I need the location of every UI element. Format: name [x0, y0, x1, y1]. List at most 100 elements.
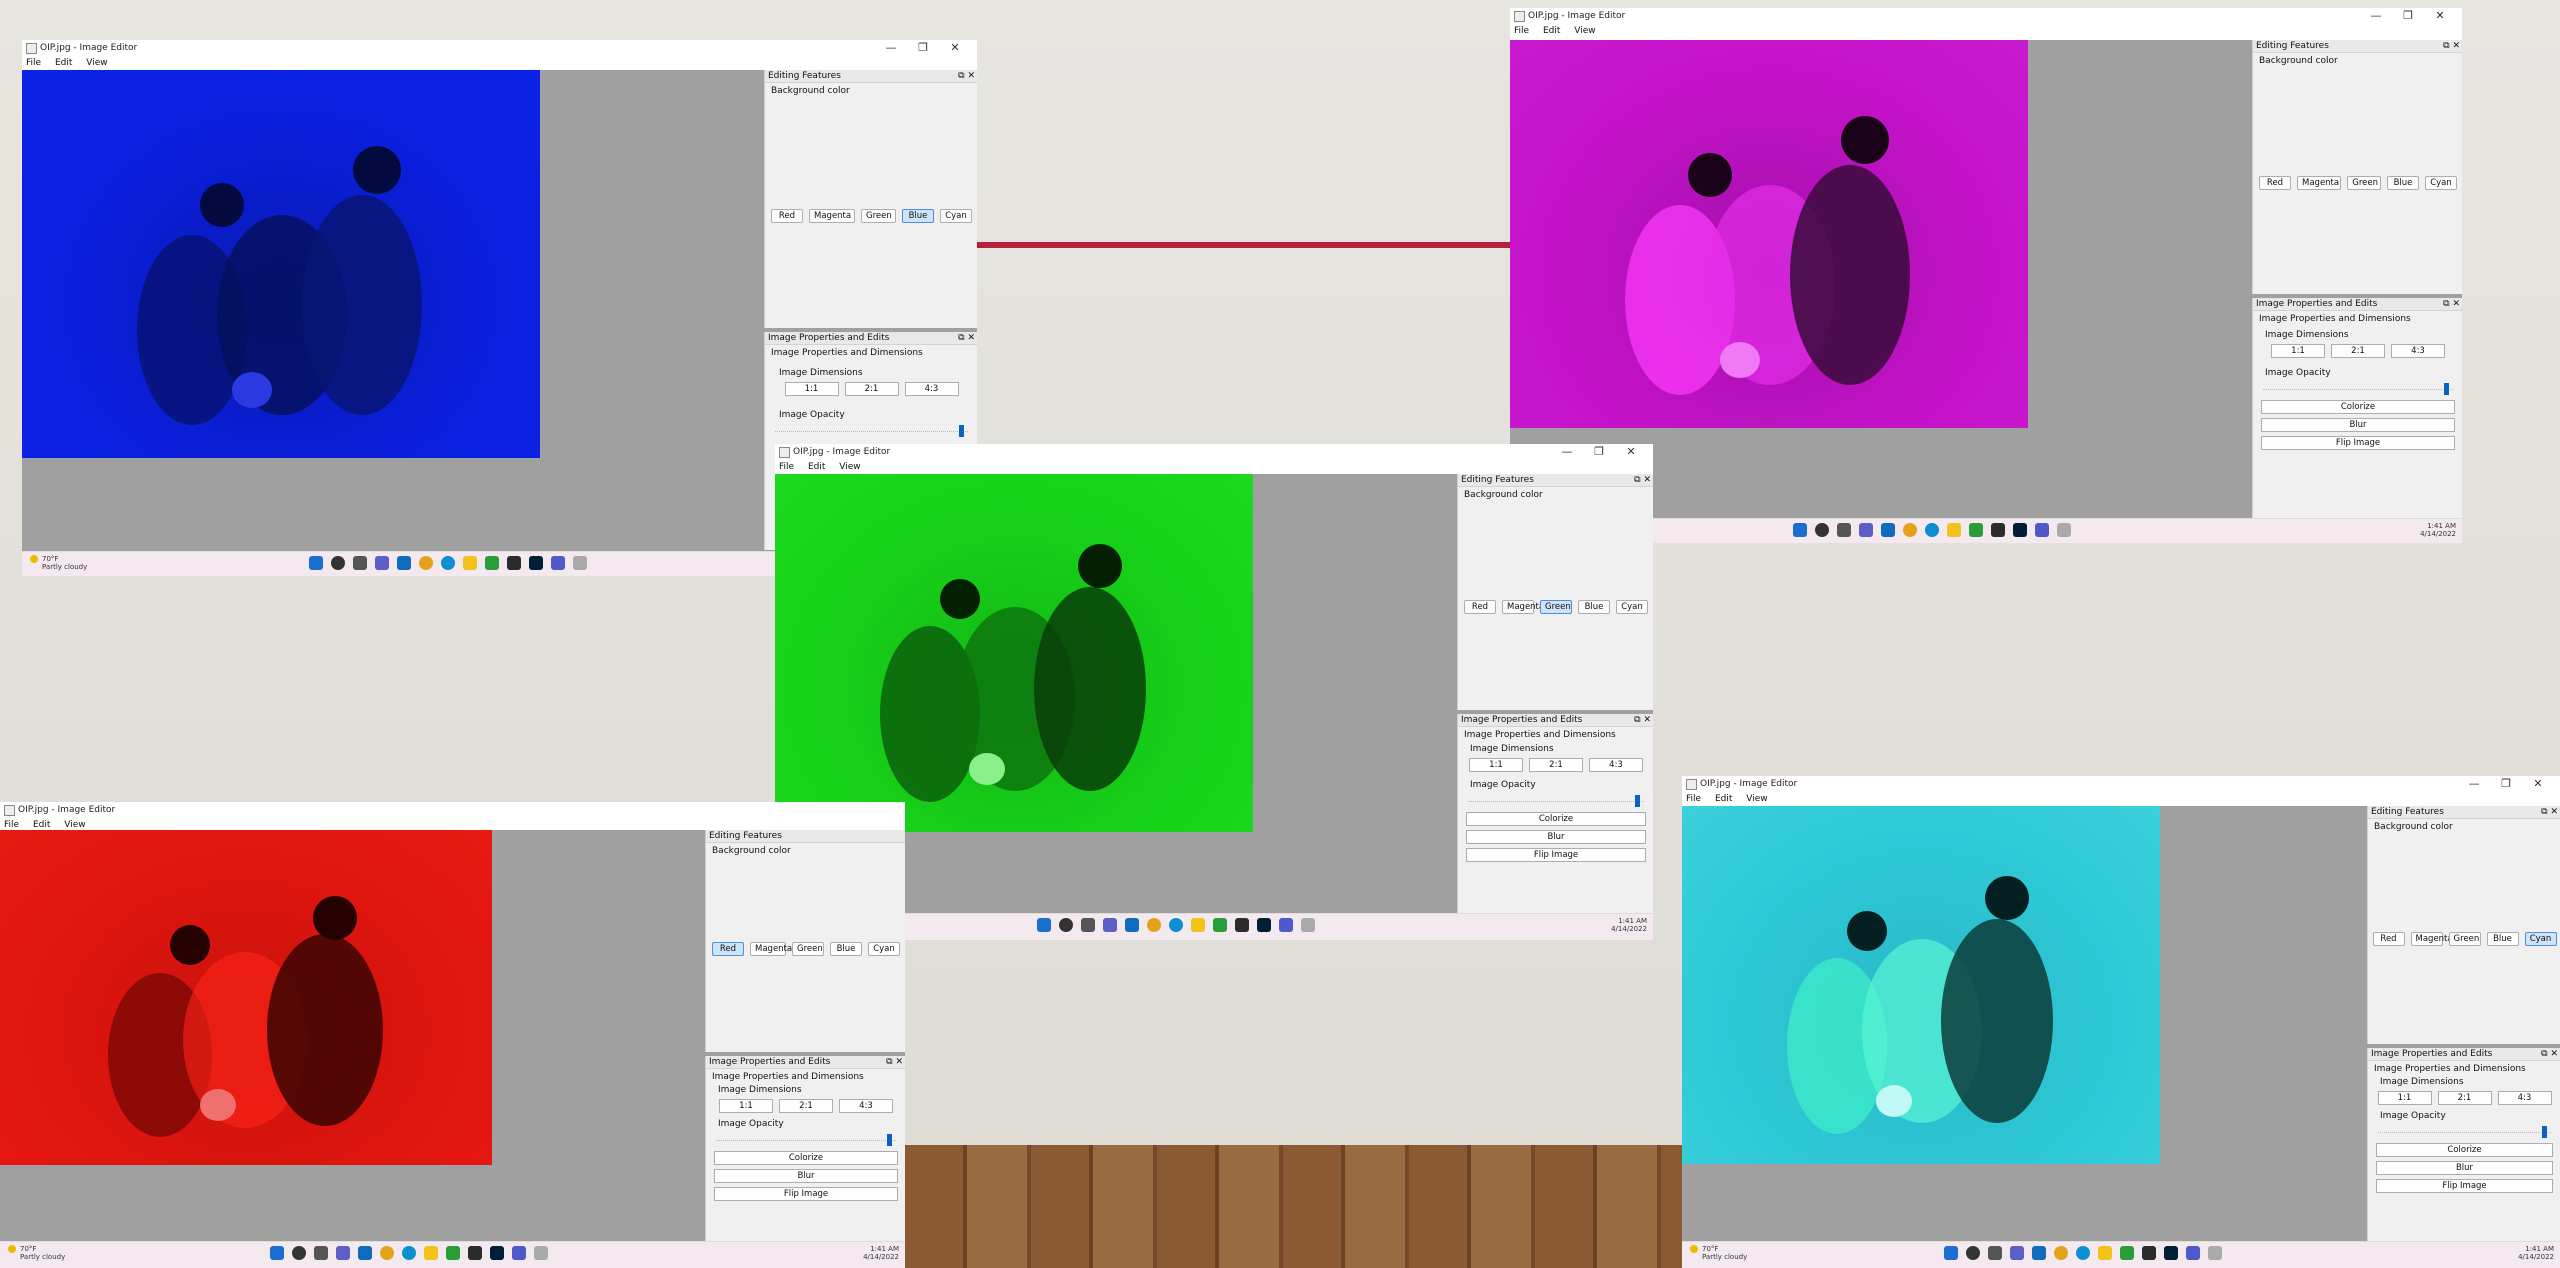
- explorer-icon[interactable]: [2098, 1246, 2112, 1260]
- cyan-button[interactable]: Cyan: [1616, 600, 1648, 614]
- explorer-icon[interactable]: [463, 556, 477, 570]
- explorer-icon[interactable]: [424, 1246, 438, 1260]
- green-button[interactable]: Green: [1540, 600, 1572, 614]
- panel-controls[interactable]: ⧉ ✕: [2541, 806, 2558, 818]
- edge-icon[interactable]: [1169, 918, 1183, 932]
- ratio-4-3-button[interactable]: 4:3: [839, 1099, 893, 1113]
- cyan-button[interactable]: Cyan: [2425, 176, 2457, 190]
- flip-image-button[interactable]: Flip Image: [1466, 848, 1646, 862]
- explorer-icon[interactable]: [1947, 523, 1961, 537]
- blue-button[interactable]: Blue: [2387, 176, 2419, 190]
- ratio-4-3-button[interactable]: 4:3: [2391, 344, 2445, 358]
- panel-controls[interactable]: ⧉ ✕: [2443, 298, 2460, 310]
- red-button[interactable]: Red: [1464, 600, 1496, 614]
- ratio-1-1-button[interactable]: 1:1: [719, 1099, 773, 1113]
- cyan-button[interactable]: Cyan: [868, 942, 900, 956]
- search-icon[interactable]: [1966, 1246, 1980, 1260]
- app-icon-dark[interactable]: [507, 556, 521, 570]
- ratio-1-1-button[interactable]: 1:1: [784, 382, 839, 396]
- panel-controls[interactable]: ⧉ ✕: [2541, 1048, 2558, 1060]
- blue-button[interactable]: Blue: [830, 942, 862, 956]
- red-button[interactable]: Red: [2259, 176, 2291, 190]
- menu-edit[interactable]: Edit: [808, 462, 825, 472]
- weather-widget[interactable]: 70°FPartly cloudy: [1690, 1245, 1747, 1261]
- panel-controls[interactable]: ⧉ ✕: [958, 332, 975, 344]
- green-button[interactable]: Green: [2347, 176, 2381, 190]
- explorer-icon[interactable]: [1191, 918, 1205, 932]
- search-icon[interactable]: [1059, 918, 1073, 932]
- menu-edit[interactable]: Edit: [1715, 794, 1732, 804]
- app-icon-dark[interactable]: [1235, 918, 1249, 932]
- slider-thumb[interactable]: [2444, 383, 2449, 395]
- edge-icon[interactable]: [402, 1246, 416, 1260]
- blue-button[interactable]: Blue: [902, 209, 934, 223]
- chrome-icon[interactable]: [1903, 523, 1917, 537]
- start-icon[interactable]: [270, 1246, 284, 1260]
- app-icon-green[interactable]: [1969, 523, 1983, 537]
- chat-icon[interactable]: [1103, 918, 1117, 932]
- menu-file[interactable]: File: [1514, 26, 1529, 36]
- cyan-button[interactable]: Cyan: [940, 209, 972, 223]
- close-button[interactable]: ✕: [2424, 8, 2456, 24]
- minimize-button[interactable]: —: [2360, 8, 2392, 24]
- opacity-slider[interactable]: [775, 424, 968, 438]
- chrome-icon[interactable]: [2054, 1246, 2068, 1260]
- outlook-icon[interactable]: [1881, 523, 1895, 537]
- teams-icon[interactable]: [1279, 918, 1293, 932]
- start-icon[interactable]: [1793, 523, 1807, 537]
- minimize-button[interactable]: —: [1551, 444, 1583, 460]
- blur-button[interactable]: Blur: [714, 1169, 898, 1183]
- app-icon-green[interactable]: [2120, 1246, 2134, 1260]
- menu-file[interactable]: File: [4, 820, 19, 830]
- outlook-icon[interactable]: [1125, 918, 1139, 932]
- editor-taskbar-icon[interactable]: [1301, 918, 1315, 932]
- ratio-2-1-button[interactable]: 2:1: [844, 382, 899, 396]
- close-button[interactable]: ✕: [2522, 776, 2554, 792]
- teams-icon[interactable]: [2035, 523, 2049, 537]
- menu-file[interactable]: File: [26, 58, 41, 68]
- colorize-button[interactable]: Colorize: [2261, 400, 2455, 414]
- slider-thumb[interactable]: [1635, 795, 1640, 807]
- red-button[interactable]: Red: [712, 942, 744, 956]
- app-icon-dark[interactable]: [1991, 523, 2005, 537]
- blue-button[interactable]: Blue: [1578, 600, 1610, 614]
- app-icon-green[interactable]: [1213, 918, 1227, 932]
- close-button[interactable]: ✕: [1615, 444, 1647, 460]
- green-button[interactable]: Green: [2448, 932, 2481, 946]
- search-icon[interactable]: [331, 556, 345, 570]
- photoshop-icon[interactable]: [490, 1246, 504, 1260]
- teams-icon[interactable]: [2186, 1246, 2200, 1260]
- taskview-icon[interactable]: [1837, 523, 1851, 537]
- system-tray[interactable]: 1:41 AM 4/14/2022: [863, 1245, 899, 1261]
- ratio-4-3-button[interactable]: 4:3: [2497, 1091, 2552, 1105]
- photoshop-icon[interactable]: [2164, 1246, 2178, 1260]
- opacity-slider[interactable]: [2378, 1125, 2551, 1139]
- maximize-button[interactable]: ❐: [2392, 8, 2424, 24]
- teams-icon[interactable]: [512, 1246, 526, 1260]
- flip-image-button[interactable]: Flip Image: [714, 1187, 898, 1201]
- app-icon-green[interactable]: [446, 1246, 460, 1260]
- maximize-button[interactable]: ❐: [907, 40, 939, 56]
- chat-icon[interactable]: [375, 556, 389, 570]
- colorize-button[interactable]: Colorize: [714, 1151, 898, 1165]
- photoshop-icon[interactable]: [529, 556, 543, 570]
- magenta-button[interactable]: Magenta: [750, 942, 792, 956]
- outlook-icon[interactable]: [397, 556, 411, 570]
- edge-icon[interactable]: [1925, 523, 1939, 537]
- outlook-icon[interactable]: [2032, 1246, 2046, 1260]
- chrome-icon[interactable]: [1147, 918, 1161, 932]
- weather-widget[interactable]: 70°FPartly cloudy: [8, 1245, 65, 1261]
- photoshop-icon[interactable]: [2013, 523, 2027, 537]
- red-button[interactable]: Red: [2372, 932, 2405, 946]
- app-icon-dark[interactable]: [468, 1246, 482, 1260]
- taskview-icon[interactable]: [1988, 1246, 2002, 1260]
- image-canvas[interactable]: [0, 830, 492, 1165]
- green-button[interactable]: Green: [792, 942, 824, 956]
- colorize-button[interactable]: Colorize: [1466, 812, 1646, 826]
- system-tray[interactable]: 1:41 AM 4/14/2022: [1611, 917, 1647, 933]
- maximize-button[interactable]: ❐: [2490, 776, 2522, 792]
- image-canvas[interactable]: [22, 70, 540, 458]
- magenta-button[interactable]: Magenta: [2297, 176, 2342, 190]
- slider-thumb[interactable]: [2542, 1126, 2547, 1138]
- minimize-button[interactable]: —: [2458, 776, 2490, 792]
